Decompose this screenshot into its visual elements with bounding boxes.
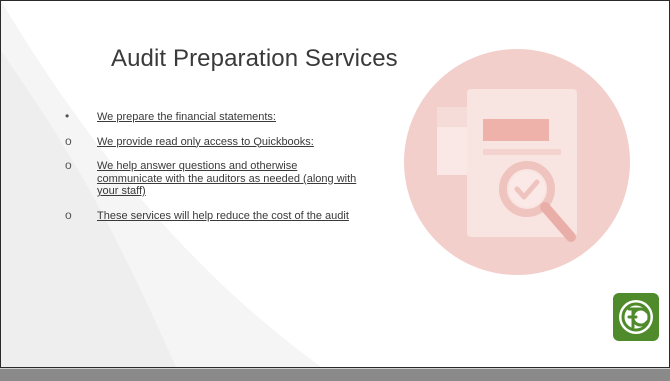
list-item: o We provide read only access to Quickbo… [63,133,363,149]
bullet-text[interactable]: These services will help reduce the cost… [97,210,349,222]
list-item: • We prepare the financial statements: [63,109,363,124]
footer-bar [0,368,670,381]
bullet-marker: o [65,158,72,172]
bullet-text[interactable]: We provide read only access to Quickbook… [97,136,314,148]
fc-logo [613,293,659,341]
bullet-text[interactable]: We help answer questions and otherwise c… [97,160,356,197]
bullet-text[interactable]: We prepare the financial statements: [97,111,276,123]
slide: Audit Preparation Services • We prepare … [0,0,670,368]
list-item: o These services will help reduce the co… [63,207,363,223]
document-magnifier-icon [404,49,630,275]
page-title: Audit Preparation Services [111,45,398,72]
bullet-list: • We prepare the financial statements: o… [63,109,363,234]
bullet-marker: o [65,207,72,222]
bullet-marker: • [65,109,70,123]
list-item: o We help answer questions and otherwise… [63,158,363,198]
bullet-marker: o [65,133,72,148]
